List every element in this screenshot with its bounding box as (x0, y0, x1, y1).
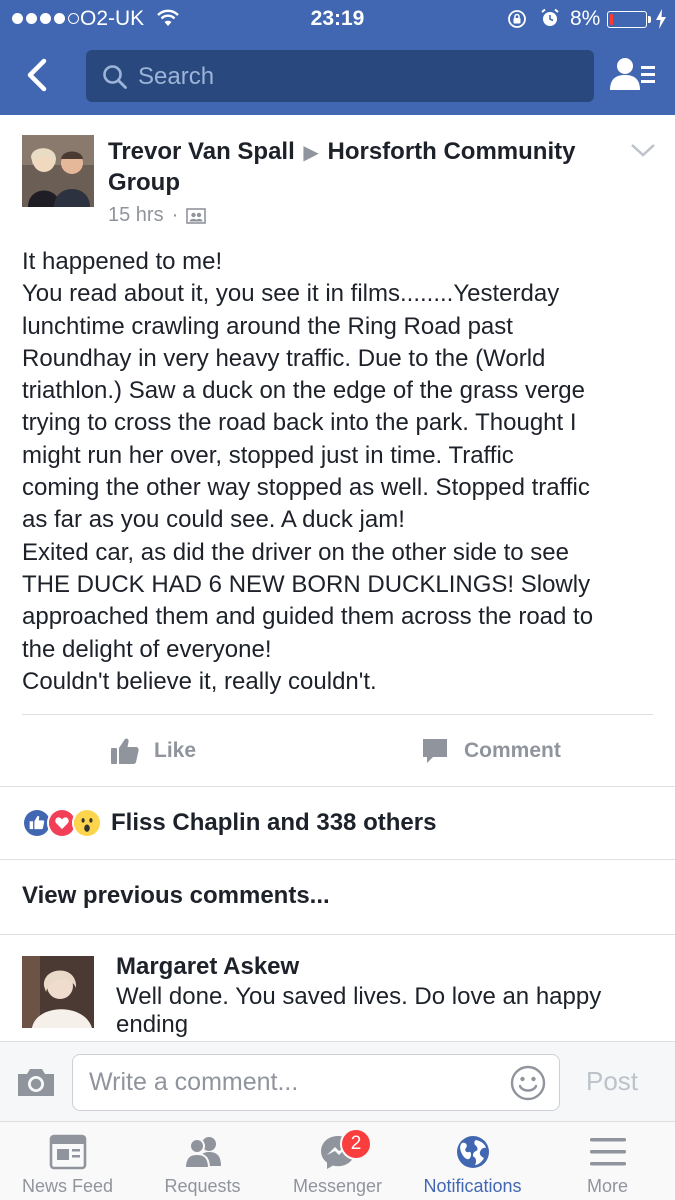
post-text: It happened to me! You read about it, you… (22, 246, 662, 698)
tab-label: More (586, 1176, 628, 1196)
shared-to-arrow-icon: ▶ (303, 142, 319, 164)
back-icon[interactable] (20, 55, 56, 95)
post-text-line: trying to cross the road back into the p… (22, 409, 577, 437)
post-text-line: Roundhay in very heavy traffic. Due to t… (22, 344, 546, 372)
tab-notifications[interactable]: Notifications (405, 1122, 540, 1200)
charging-icon (656, 9, 666, 29)
divider (0, 859, 675, 860)
wow-icon (72, 808, 102, 838)
post-text-line: Exited car, as did the driver on the oth… (22, 538, 569, 566)
divider (0, 786, 675, 787)
post-meta: 15 hrs · (108, 204, 207, 227)
comment-placeholder: Write a comment... (89, 1068, 299, 1096)
group-audience-icon (186, 207, 207, 224)
requests-icon (183, 1137, 221, 1169)
post-timestamp[interactable]: 15 hrs (108, 204, 164, 227)
post-author-line: Trevor Van Spall ▶ Horsforth Community G… (108, 137, 618, 198)
thumbs-up-icon (111, 738, 139, 764)
tab-label: News Feed (21, 1176, 114, 1196)
tab-label: Notifications (423, 1176, 522, 1196)
battery-level (610, 14, 613, 25)
comment-text: Well done. You saved lives. Do love an h… (116, 983, 602, 1038)
comment-label: Comment (464, 739, 561, 762)
divider (22, 714, 653, 715)
commenter-name[interactable]: Margaret Askew (116, 953, 299, 981)
tab-requests[interactable]: Requests (135, 1122, 270, 1200)
like-button[interactable]: Like (110, 733, 196, 769)
search-placeholder: Search (138, 63, 215, 90)
post-text-line: THE DUCK HAD 6 NEW BORN DUCKLINGS! Slowl… (22, 570, 591, 598)
sticker-smile-icon[interactable] (509, 1064, 547, 1102)
post-text-line: lunchtime crawling around the Ring Road … (22, 312, 513, 340)
comment-button[interactable]: Comment (420, 733, 561, 769)
menu-icon (589, 1138, 626, 1166)
tab-bar: News Feed Requests 2 Messenger Notificat… (0, 1121, 675, 1200)
tab-more[interactable]: More (540, 1122, 675, 1200)
post-text-line: It happened to me! (22, 248, 223, 275)
post-text-line: might run her over, stopped just in time… (22, 441, 514, 469)
author-name[interactable]: Trevor Van Spall (108, 138, 295, 165)
globe-icon (456, 1136, 489, 1168)
top-bar: O2-UK 23:19 8% Search (0, 0, 675, 115)
news-feed-icon (49, 1134, 86, 1170)
battery-icon (607, 11, 651, 28)
post-author-avatar[interactable] (22, 135, 94, 207)
camera-icon[interactable] (16, 1065, 56, 1099)
commenter-avatar[interactable] (22, 956, 94, 1028)
comment-input[interactable]: Write a comment... (72, 1054, 560, 1111)
battery-percent: 8% (570, 7, 601, 30)
view-previous-comments-link[interactable]: View previous comments... (22, 882, 330, 910)
divider (0, 934, 675, 935)
friends-list-icon[interactable] (610, 56, 656, 94)
like-label: Like (154, 739, 197, 762)
alarm-icon (541, 8, 559, 26)
tab-news-feed[interactable]: News Feed (0, 1122, 135, 1200)
post-comment-button[interactable]: Post (586, 1066, 638, 1097)
search-input[interactable]: Search (86, 50, 594, 102)
post-text-line: You read about it, you see it in films..… (22, 280, 560, 308)
comment-composer: Write a comment... Post (0, 1041, 675, 1121)
tab-messenger[interactable]: 2 Messenger (270, 1122, 405, 1200)
chevron-down-icon[interactable] (630, 142, 656, 158)
post-text-line: triathlon.) Saw a duck on the edge of th… (22, 377, 586, 405)
rotation-lock-icon (508, 10, 526, 28)
status-bar: O2-UK 23:19 8% (0, 0, 675, 38)
messenger-badge: 2 (340, 1128, 372, 1160)
meta-separator: · (171, 204, 179, 226)
reactions-summary[interactable]: Fliss Chaplin and 338 others (22, 806, 436, 840)
post-text-line: Couldn't believe it, really couldn't. (22, 667, 377, 695)
post-text-line: approached them and guided them across t… (22, 603, 594, 631)
search-icon (103, 65, 127, 89)
post-text-line: the delight of everyone! (22, 635, 272, 663)
comment-bubble-icon (423, 739, 447, 763)
reactions-text: Fliss Chaplin and 338 others (111, 809, 437, 836)
post-text-line: coming the other way stopped as well. St… (22, 474, 590, 502)
tab-label: Requests (164, 1176, 241, 1196)
tab-label: Messenger (292, 1176, 383, 1196)
post-text-line: as far as you could see. A duck jam! (22, 506, 405, 534)
